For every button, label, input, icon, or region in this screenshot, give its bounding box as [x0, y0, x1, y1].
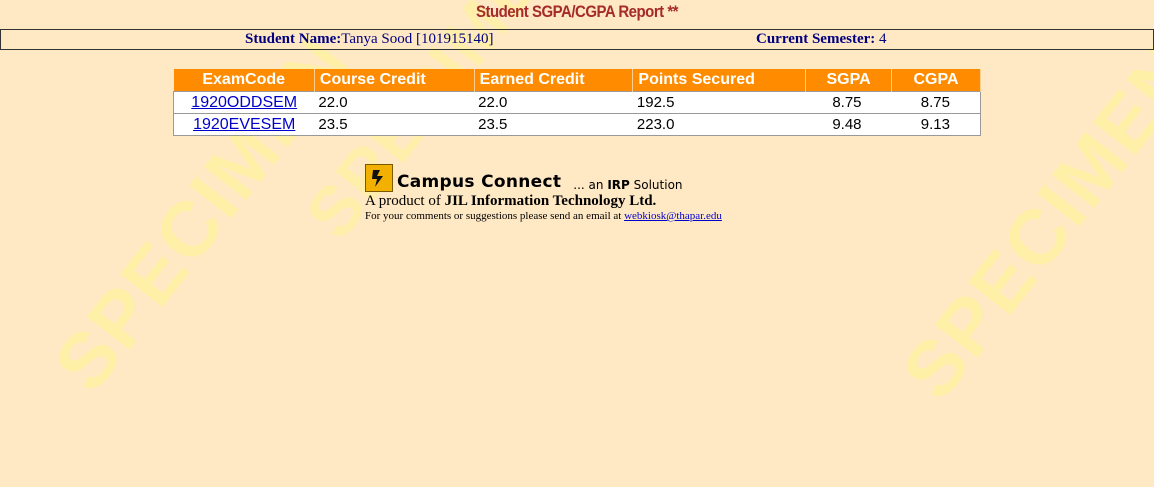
current-semester-label: Current Semester: [756, 31, 876, 47]
points-secured-cell: 192.5 [632, 91, 806, 114]
current-semester-value: 4 [879, 31, 887, 47]
course-credit-cell: 23.5 [314, 113, 475, 136]
comments-line: For your comments or suggestions please … [365, 210, 722, 222]
tagline-prefix: ... an [573, 178, 604, 192]
exam-code-cell: 1920ODDSEM [173, 91, 315, 114]
campus-connect-brand: Campus Connect ... an IRP Solution [365, 160, 722, 192]
student-name-label: Student Name: [245, 31, 342, 47]
sgpa-cell: 8.75 [805, 91, 892, 114]
header-sgpa: SGPA [805, 69, 893, 92]
exam-code-link[interactable]: 1920ODDSEM [191, 94, 297, 111]
campus-connect-logo-icon [365, 164, 393, 192]
sgpa-cgpa-table: ExamCode Course Credit Earned Credit Poi… [173, 69, 981, 136]
tagline-suffix: Solution [633, 178, 683, 192]
product-company: JIL Information Technology Ltd. [444, 193, 657, 209]
report-page: Student SGPA/CGPA Report ** Student Name… [0, 3, 1154, 222]
tagline-irp: IRP [607, 178, 630, 192]
student-info-bar: Student Name:Tanya Sood [101915140] Curr… [0, 29, 1154, 50]
student-name-value: Tanya Sood [101915140] [341, 31, 494, 47]
cgpa-cell: 8.75 [891, 91, 981, 114]
email-link[interactable]: webkiosk@thapar.edu [624, 210, 722, 222]
product-prefix: A product of [365, 193, 441, 209]
table-header-row: ExamCode Course Credit Earned Credit Poi… [173, 69, 981, 92]
page-title: Student SGPA/CGPA Report ** [475, 3, 679, 22]
footer: Campus Connect ... an IRP Solution A pro… [365, 160, 722, 222]
header-earned-credit: Earned Credit [474, 69, 634, 92]
header-course-credit: Course Credit [314, 69, 475, 92]
exam-code-link[interactable]: 1920EVESEM [193, 116, 295, 133]
brand-name: Campus Connect [397, 172, 562, 192]
comments-text: For your comments or suggestions please … [365, 210, 622, 222]
product-line: A product of JIL Information Technology … [365, 193, 722, 210]
earned-credit-cell: 23.5 [474, 113, 633, 136]
header-points-secured: Points Secured [632, 69, 807, 92]
header-exam-code: ExamCode [173, 69, 315, 92]
course-credit-cell: 22.0 [314, 91, 475, 114]
current-semester: Current Semester: 4 [756, 31, 887, 48]
table-row: 1920ODDSEM 22.0 22.0 192.5 8.75 8.75 [173, 91, 981, 114]
earned-credit-cell: 22.0 [474, 91, 633, 114]
brand-tagline: ... an IRP Solution [573, 178, 682, 192]
sgpa-cell: 9.48 [805, 113, 892, 136]
cgpa-cell: 9.13 [891, 113, 981, 136]
student-name: Student Name:Tanya Sood [101915140] [245, 31, 494, 48]
header-cgpa: CGPA [891, 69, 981, 92]
exam-code-cell: 1920EVESEM [173, 113, 315, 136]
points-secured-cell: 223.0 [632, 113, 806, 136]
table-row: 1920EVESEM 23.5 23.5 223.0 9.48 9.13 [173, 113, 981, 136]
